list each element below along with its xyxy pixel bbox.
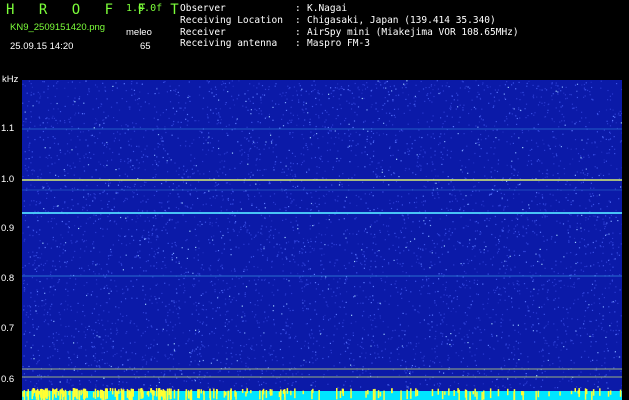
info-row-antenna: Receiving antenna : Maspro FM-3 xyxy=(180,38,370,50)
y-tick-label: 0.8 xyxy=(1,273,15,284)
y-tick-label: 0.7 xyxy=(1,323,15,334)
info-value: K.Nagai xyxy=(307,3,348,14)
y-tick-label: 1.0 xyxy=(1,174,15,185)
filename-label: KN9_2509151420.png xyxy=(10,22,106,33)
y-tick-label: 0.9 xyxy=(1,223,15,234)
info-key: Receiving antenna xyxy=(180,38,278,50)
spectrogram-plot[interactable] xyxy=(22,80,622,400)
station-info: Observer : K.Nagai Receiving Location : … xyxy=(180,3,519,50)
info-row-location: Receiving Location : Chigasaki, Japan (1… xyxy=(180,14,496,26)
info-key: Receiver xyxy=(180,26,226,38)
y-tick-label: 1.1 xyxy=(1,123,15,134)
version-label: 1.0.0f xyxy=(126,3,163,14)
info-value: AirSpy mini (Miakejima VOR 108.65MHz) xyxy=(307,26,519,38)
noise-speckle xyxy=(22,80,622,389)
y-axis-unit: kHz xyxy=(2,74,19,85)
spectrogram-image xyxy=(22,80,622,400)
info-row-receiver: Receiver : AirSpy mini (Miakejima VOR 10… xyxy=(180,26,519,38)
y-tick-label: 0.6 xyxy=(1,374,15,385)
meleo-label: meleo xyxy=(126,27,152,38)
info-value: Maspro FM-3 xyxy=(307,38,370,50)
header: H R O F F T 1.0.0f KN9_2509151420.png me… xyxy=(0,0,629,74)
datetime-label: 25.09.15 14:20 xyxy=(10,41,74,52)
info-key: Receiving Location xyxy=(180,14,283,26)
info-key: Observer xyxy=(180,3,226,14)
info-row-observer: Observer : K.Nagai xyxy=(180,3,348,14)
meleo-value: 65 xyxy=(140,41,151,52)
info-value: Chigasaki, Japan (139.414 35.340) xyxy=(307,14,496,26)
